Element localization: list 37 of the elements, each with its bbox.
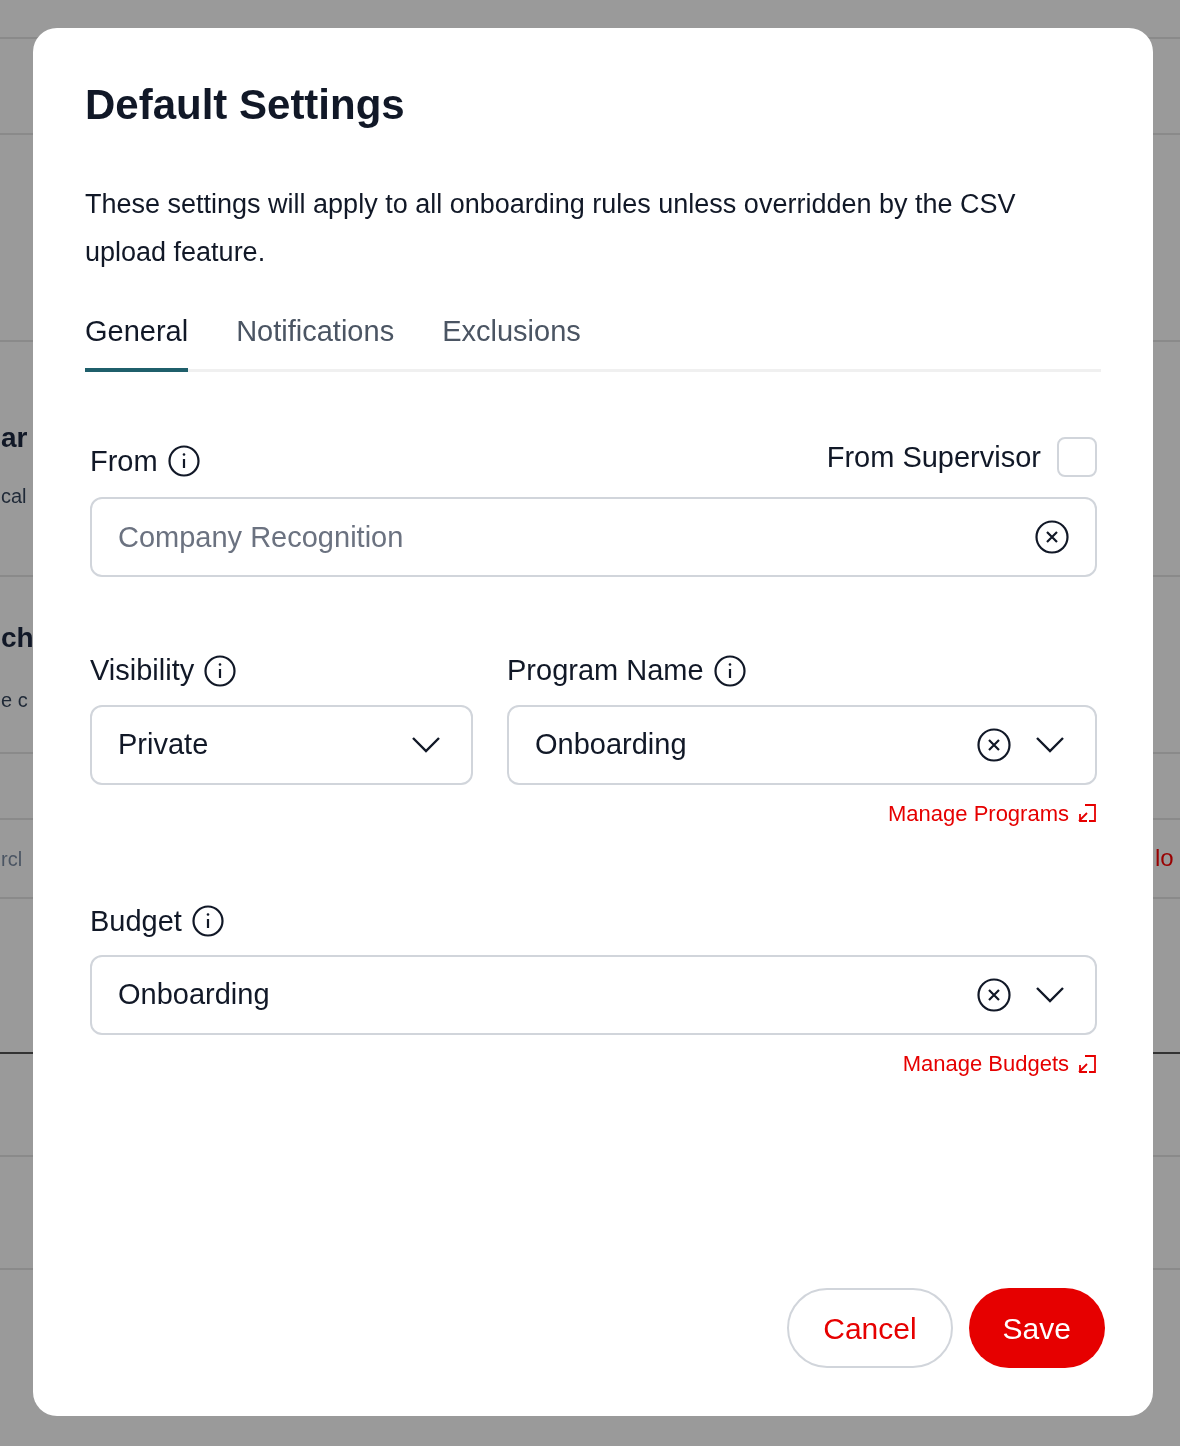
background-text: ch [1, 624, 34, 652]
info-icon[interactable] [713, 654, 746, 687]
tab[interactable]: General [85, 310, 189, 372]
checkbox-label: From Supervisor [826, 439, 1041, 475]
background-text: cal [1, 486, 27, 506]
field-label: From [90, 443, 158, 479]
background-text: ar [1, 424, 28, 452]
chevron-down-icon[interactable] [1035, 735, 1065, 754]
program-dropdown[interactable]: Onboarding [507, 704, 1097, 785]
budget-dropdown[interactable]: Onboarding [90, 955, 1097, 1035]
checkbox[interactable] [1057, 437, 1097, 478]
clear-icon[interactable] [1035, 520, 1069, 554]
manage-programs-link[interactable]: Manage Programs [888, 796, 1097, 830]
background-text: e c [1, 690, 28, 710]
clear-icon[interactable] [977, 727, 1011, 762]
tab[interactable]: Exclusions [442, 310, 581, 372]
field-label: Program Name [507, 653, 704, 688]
external-link-icon [1077, 803, 1097, 823]
chevron-down-icon[interactable] [1035, 986, 1065, 1004]
save-button[interactable]: Save [968, 1288, 1105, 1368]
tab[interactable]: Notifications [236, 310, 395, 372]
external-link-icon [1077, 1053, 1097, 1074]
background-text: rcl [1, 849, 23, 869]
manage-budgets-link[interactable]: Manage Budgets [902, 1047, 1097, 1080]
info-icon[interactable] [167, 445, 200, 478]
dialog-title: Default Settings [85, 84, 406, 126]
chevron-down-icon[interactable] [411, 735, 441, 754]
clear-icon[interactable] [977, 978, 1011, 1012]
field-label: Budget [90, 903, 182, 939]
visibility-dropdown[interactable]: Private [90, 704, 473, 785]
background-text: lo [1155, 846, 1174, 870]
from-field[interactable]: Company Recognition [90, 497, 1097, 577]
info-icon[interactable] [204, 654, 237, 687]
info-icon[interactable] [191, 905, 224, 938]
field-label: Visibility [90, 653, 195, 688]
dialog-description: These settings will apply to all onboarding rules unless overridden by the CSV upload feature. [85, 188, 1017, 269]
cancel-button[interactable]: Cancel [787, 1288, 953, 1368]
